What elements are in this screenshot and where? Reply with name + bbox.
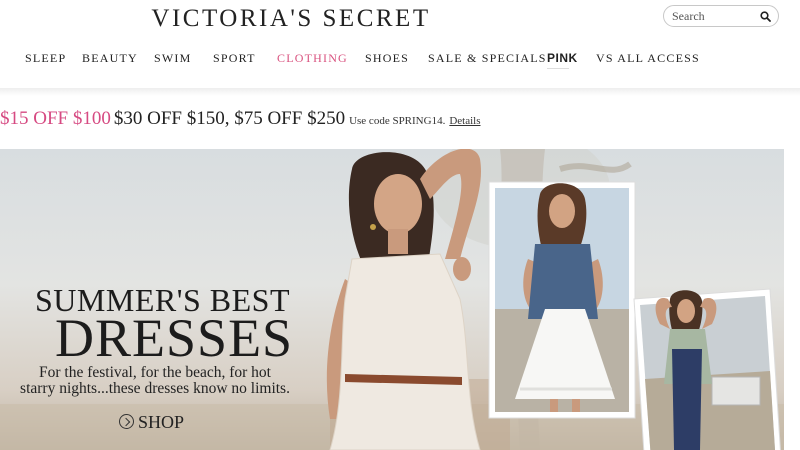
search-icon[interactable] xyxy=(760,11,771,22)
promo-code-text: Use code SPRING14. xyxy=(349,115,446,127)
nav-item-shoes[interactable]: SHOES xyxy=(365,51,409,66)
nav-item-sport[interactable]: SPORT xyxy=(213,51,256,66)
nav-item-swim[interactable]: SWIM xyxy=(154,51,191,66)
promo-details-link[interactable]: Details xyxy=(449,115,480,127)
shop-button[interactable]: SHOP xyxy=(119,412,184,432)
page-gutter xyxy=(784,96,800,450)
photo-frame-maxi-dress xyxy=(633,288,781,450)
hero-description: For the festival, for the beach, for hot… xyxy=(20,364,290,397)
circle-chevron-right-icon[interactable] xyxy=(119,414,134,430)
main-nav: SLEEP BEAUTY SWIM SPORT CLOTHING SHOES S… xyxy=(0,51,800,71)
search-input[interactable] xyxy=(672,8,754,24)
promo-highlight: $15 OFF $100 xyxy=(0,108,111,129)
nav-item-vs-all-access[interactable]: VS ALL ACCESS xyxy=(596,51,700,66)
hero-banner[interactable]: SUMMER'S BEST DRESSES For the festival, … xyxy=(0,149,784,450)
nav-item-clothing[interactable]: CLOTHING xyxy=(277,51,348,66)
promo-offers: $30 OFF $150, $75 OFF $250 xyxy=(113,108,346,129)
photo-frame-denim-vest xyxy=(488,181,636,419)
nav-item-beauty[interactable]: BEAUTY xyxy=(82,51,138,66)
nav-item-sleep[interactable]: SLEEP xyxy=(25,51,66,66)
brand-logo[interactable]: VICTORIA'S SECRET xyxy=(0,5,582,33)
promo-banner[interactable]: $15 OFF $100 $30 OFF $150, $75 OFF $250 Us… xyxy=(0,108,481,134)
nav-item-sale-specials[interactable]: SALE & SPECIALS xyxy=(428,51,547,66)
search-box[interactable] xyxy=(663,5,779,27)
nav-pink-underline xyxy=(547,68,569,69)
header-divider xyxy=(0,88,800,96)
nav-item-pink[interactable]: PINK xyxy=(547,51,578,65)
shop-label[interactable]: SHOP xyxy=(138,412,184,432)
hero-title-line-2: DRESSES xyxy=(55,308,294,368)
